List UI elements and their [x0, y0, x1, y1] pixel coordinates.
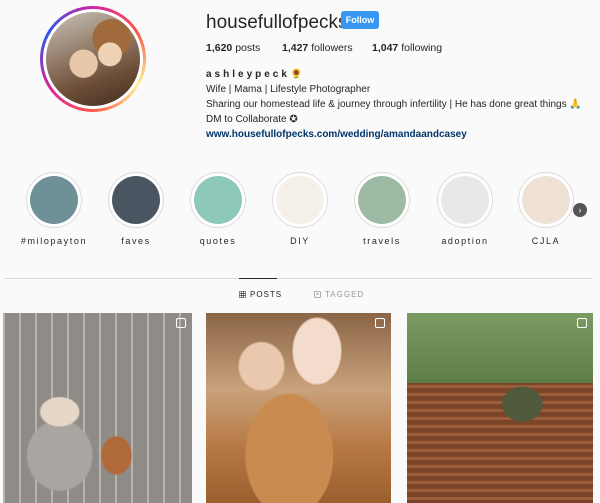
- follow-button[interactable]: Follow: [341, 11, 379, 29]
- website-link[interactable]: www.housefullofpecks.com/wedding/amandaa…: [206, 127, 596, 142]
- highlight-label: #milopayton: [20, 236, 88, 246]
- highlight-ring: [437, 172, 493, 228]
- tab-tagged[interactable]: TAGGED: [314, 290, 364, 299]
- tab-posts-label: POSTS: [250, 290, 283, 299]
- bio-line-2: Sharing our homestead life & journey thr…: [206, 99, 582, 110]
- following-count: 1,047: [372, 42, 399, 54]
- full-name: ashleypeck: [206, 69, 290, 80]
- profile-picture[interactable]: [40, 6, 146, 112]
- tab-tagged-label: TAGGED: [325, 290, 365, 299]
- multiple-images-icon: [375, 318, 385, 328]
- following-stat[interactable]: 1,047 following: [372, 42, 442, 54]
- followers-label: followers: [308, 42, 353, 54]
- active-tab-indicator: [239, 278, 277, 279]
- highlight-cover: [194, 176, 242, 224]
- highlight-adoption[interactable]: adoption: [425, 172, 505, 246]
- post-thumbnail[interactable]: [407, 313, 593, 503]
- highlight-label: quotes: [199, 236, 237, 246]
- multiple-images-icon: [176, 318, 186, 328]
- highlight-cover: [441, 176, 489, 224]
- highlight-cover: [358, 176, 406, 224]
- following-label: following: [398, 42, 443, 54]
- highlight-faves[interactable]: faves: [96, 172, 176, 246]
- highlight-travels[interactable]: travels: [342, 172, 422, 246]
- highlight-label: CJLA: [531, 236, 561, 246]
- bio: ashleypeck🌻 Wife | Mama | Lifestyle Phot…: [206, 67, 596, 142]
- highlight-ring: [272, 172, 328, 228]
- bio-line-1: Wife | Mama | Lifestyle Photographer: [206, 84, 371, 95]
- posts-label: posts: [232, 42, 261, 54]
- section-divider: [4, 278, 592, 279]
- highlight-ring: [518, 172, 574, 228]
- post-thumbnail[interactable]: [3, 313, 192, 503]
- highlight-quotes[interactable]: quotes: [178, 172, 258, 246]
- story-highlights: #milopayton faves quotes DIY travels ado…: [0, 172, 600, 252]
- followers-count: 1,427: [282, 42, 309, 54]
- highlight-cover: [276, 176, 324, 224]
- highlight-label: adoption: [441, 236, 489, 246]
- posts-count: 1,620: [206, 42, 233, 54]
- post-thumbnail[interactable]: [206, 313, 391, 503]
- highlight-ring: [26, 172, 82, 228]
- tag-icon: [314, 291, 321, 298]
- profile-photo: [46, 12, 140, 106]
- post-background: [407, 313, 593, 383]
- highlight-milopayton[interactable]: #milopayton: [14, 172, 94, 246]
- tab-posts[interactable]: POSTS: [239, 290, 282, 299]
- highlight-label: travels: [363, 236, 401, 246]
- highlight-ring: [354, 172, 410, 228]
- highlight-cover: [112, 176, 160, 224]
- highlight-diy[interactable]: DIY: [260, 172, 340, 246]
- posts-stat: 1,620 posts: [206, 42, 260, 54]
- sunflower-emoji: 🌻: [289, 69, 303, 80]
- highlight-ring: [108, 172, 164, 228]
- highlight-cover: [522, 176, 570, 224]
- highlight-ring: [190, 172, 246, 228]
- username: housefullofpecks: [206, 12, 348, 33]
- highlight-cover: [30, 176, 78, 224]
- highlight-label: DIY: [290, 236, 310, 246]
- bio-line-3: DM to Collaborate ✪: [206, 114, 298, 125]
- followers-stat[interactable]: 1,427 followers: [282, 42, 353, 54]
- multiple-images-icon: [577, 318, 587, 328]
- chevron-right-icon[interactable]: ›: [573, 203, 587, 217]
- grid-icon: [239, 291, 246, 298]
- highlight-label: faves: [121, 236, 151, 246]
